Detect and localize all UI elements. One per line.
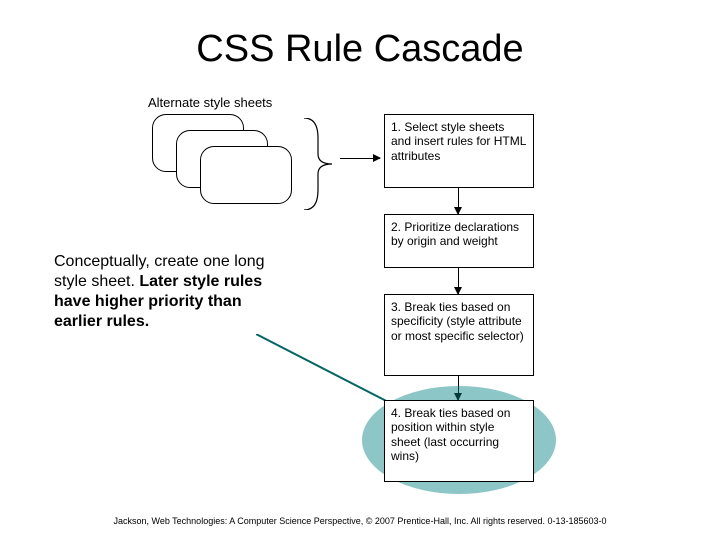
step-box-3: 3. Break ties based on specificity (styl… — [384, 294, 534, 376]
arrow-right-icon — [340, 158, 380, 159]
step-box-4: 4. Break ties based on position within s… — [384, 400, 534, 482]
step-box-1: 1. Select style sheets and insert rules … — [384, 114, 534, 188]
arrow-down-icon — [458, 268, 459, 294]
footer-text: Jackson, Web Technologies: A Computer Sc… — [0, 516, 720, 526]
step-box-2: 2. Prioritize declarations by origin and… — [384, 214, 534, 268]
sheet-icon — [200, 146, 292, 204]
connector-line — [256, 334, 396, 406]
description-text: Conceptually, create one long style shee… — [54, 252, 278, 332]
brace-icon — [298, 118, 338, 210]
page-title: CSS Rule Cascade — [0, 28, 720, 71]
arrow-down-icon — [458, 188, 459, 214]
alt-sheets-label: Alternate style sheets — [148, 95, 272, 110]
